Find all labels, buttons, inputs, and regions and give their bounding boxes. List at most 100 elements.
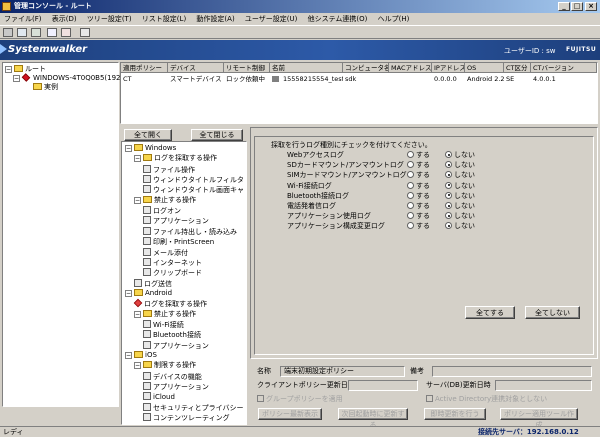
refresh-icon[interactable] xyxy=(80,28,90,37)
menu-other-systems[interactable]: 他システム連携(O) xyxy=(308,15,368,23)
radio-icon[interactable] xyxy=(445,151,452,158)
ad-checkbox[interactable]: Active Directory連携対象としない xyxy=(426,395,547,404)
radio-icon[interactable] xyxy=(445,191,452,199)
collapse-icon[interactable]: − xyxy=(134,310,141,318)
policy-tree-item[interactable]: − 禁止する操作 xyxy=(134,195,196,205)
radio-icon[interactable] xyxy=(445,222,452,230)
col-name[interactable]: 名前 xyxy=(270,63,343,73)
tree-node-child[interactable]: 実例 xyxy=(33,83,58,92)
policy-tree-item[interactable]: − 制限する操作 xyxy=(134,361,196,370)
policy-tree-item[interactable]: デバイスの機能 xyxy=(143,371,202,382)
col-ip[interactable]: IPアドレス xyxy=(432,63,465,73)
collapse-icon[interactable]: − xyxy=(5,66,12,73)
note-field[interactable] xyxy=(432,366,592,377)
policy-tree-item[interactable]: セキュリティとプライバシー xyxy=(143,402,243,413)
minimize-button[interactable]: _ xyxy=(558,2,570,11)
policy-tree-item[interactable]: ログを採取する操作 xyxy=(133,299,207,309)
policy-tree-item[interactable]: ログオン xyxy=(143,206,181,216)
radio-icon[interactable] xyxy=(407,202,414,209)
radio-off[interactable]: しない xyxy=(445,222,475,231)
policy-tree-item[interactable]: アプリケーション xyxy=(143,340,209,351)
group-policy-checkbox[interactable]: グループポリシーを適用 xyxy=(257,395,343,404)
menu-help[interactable]: ヘルプ(H) xyxy=(378,15,410,23)
col-device[interactable]: デバイス xyxy=(168,63,224,73)
col-ct-type[interactable]: CT区分 xyxy=(504,63,531,73)
policy-tree-item[interactable]: − 禁止する操作 xyxy=(134,309,196,319)
policy-tree-item[interactable]: Wi-Fi接続 xyxy=(143,319,184,330)
policy-tree-item[interactable]: ログ送信 xyxy=(134,278,172,289)
radio-on[interactable]: する xyxy=(407,212,430,221)
col-mac[interactable]: MACアドレス xyxy=(389,63,432,73)
immediate-update-button[interactable]: 即時更新を行う xyxy=(424,408,486,420)
collapse-icon[interactable]: − xyxy=(13,75,20,82)
policy-tree-item[interactable]: ファイル持出し・読み込み xyxy=(143,226,237,237)
device-tree[interactable]: − ルート − WINDOWS-4T0Q0B5(192.1 実例 xyxy=(2,62,127,407)
radio-icon[interactable] xyxy=(407,212,414,220)
policy-tree-item[interactable]: − iOS xyxy=(125,351,157,360)
radio-icon[interactable] xyxy=(407,222,414,230)
collapse-icon[interactable]: − xyxy=(134,362,141,370)
policy-tree-item[interactable]: クリップボード xyxy=(143,268,202,278)
policy-tree-item[interactable]: 印刷・PrintScreen xyxy=(143,237,214,247)
radio-off[interactable]: しない xyxy=(445,151,475,160)
radio-icon[interactable] xyxy=(407,171,414,179)
menu-file[interactable]: ファイル(F) xyxy=(4,15,42,23)
policy-tree-item[interactable]: アプリケーション xyxy=(143,216,209,226)
radio-off[interactable]: しない xyxy=(445,212,475,221)
col-computer[interactable]: コンピュータ名 xyxy=(343,63,389,73)
collapse-icon[interactable]: − xyxy=(134,155,141,163)
close-button[interactable]: × xyxy=(585,2,597,11)
policy-tree-item[interactable]: ウィンドウタイトル画面キャ xyxy=(143,185,244,195)
radio-icon[interactable] xyxy=(445,171,452,179)
checkbox-icon[interactable] xyxy=(257,395,264,402)
radio-icon[interactable] xyxy=(445,202,452,209)
maximize-button[interactable]: □ xyxy=(571,2,583,11)
radio-icon[interactable] xyxy=(407,151,414,158)
collapse-icon[interactable]: − xyxy=(125,289,132,297)
radio-icon[interactable] xyxy=(445,161,452,169)
collapse-all-button[interactable]: 全て閉じる xyxy=(191,129,243,141)
policy-tree-item[interactable]: ファイル操作 xyxy=(143,164,195,175)
client-update-field[interactable] xyxy=(348,380,418,391)
radio-off[interactable]: しない xyxy=(445,181,475,191)
create-policy-tool-button[interactable]: ポリシー適用ツール作成 xyxy=(500,408,578,429)
all-off-button[interactable]: 全てしない xyxy=(525,306,580,319)
tree-node-device[interactable]: − WINDOWS-4T0Q0B5(192.1 xyxy=(13,73,127,83)
radio-on[interactable]: する xyxy=(407,222,430,231)
radio-on[interactable]: する xyxy=(407,181,430,191)
grid-icon[interactable] xyxy=(31,28,41,37)
filter-icon[interactable] xyxy=(61,28,71,37)
policy-tree-item[interactable]: − Windows xyxy=(125,144,176,153)
radio-on[interactable]: する xyxy=(407,151,430,160)
policy-tree-item[interactable]: − Android xyxy=(125,288,172,298)
search-icon[interactable] xyxy=(47,28,57,37)
menu-user-settings[interactable]: ユーザー設定(U) xyxy=(245,15,297,23)
radio-on[interactable]: する xyxy=(407,161,430,170)
radio-icon[interactable] xyxy=(407,181,414,189)
list-icon[interactable] xyxy=(17,28,27,37)
col-ct-version[interactable]: CTバージョン xyxy=(531,63,597,73)
name-field[interactable]: 端末初期設定ポリシー xyxy=(280,366,405,377)
radio-icon[interactable] xyxy=(407,191,414,199)
policy-tree-item[interactable]: Bluetooth接続 xyxy=(143,330,201,340)
checkbox-icon[interactable] xyxy=(426,395,433,402)
collapse-icon[interactable]: − xyxy=(125,352,132,359)
radio-icon[interactable] xyxy=(445,181,452,189)
col-os[interactable]: OS xyxy=(465,63,504,73)
policy-tree-item[interactable]: メール添付 xyxy=(143,247,188,258)
radio-icon[interactable] xyxy=(407,161,414,169)
policy-tree-item[interactable]: ウィンドウタイトルフィルタ xyxy=(143,175,244,185)
policy-refresh-button[interactable]: ポリシー最新表示 xyxy=(258,408,322,420)
radio-off[interactable]: しない xyxy=(445,191,475,201)
radio-on[interactable]: する xyxy=(407,171,430,180)
policy-tree-item[interactable]: − ログを採取する操作 xyxy=(134,154,217,163)
radio-on[interactable]: する xyxy=(407,202,430,211)
col-policy[interactable]: 適用ポリシー xyxy=(121,63,168,73)
server-update-field[interactable] xyxy=(495,380,592,391)
policy-tree-item[interactable]: アプリケーション xyxy=(143,382,209,392)
menu-view[interactable]: 表示(D) xyxy=(52,15,77,23)
menu-tree-settings[interactable]: ツリー設定(T) xyxy=(87,15,132,23)
radio-icon[interactable] xyxy=(445,212,452,220)
radio-off[interactable]: しない xyxy=(445,202,475,211)
all-on-button[interactable]: 全てする xyxy=(465,306,515,319)
